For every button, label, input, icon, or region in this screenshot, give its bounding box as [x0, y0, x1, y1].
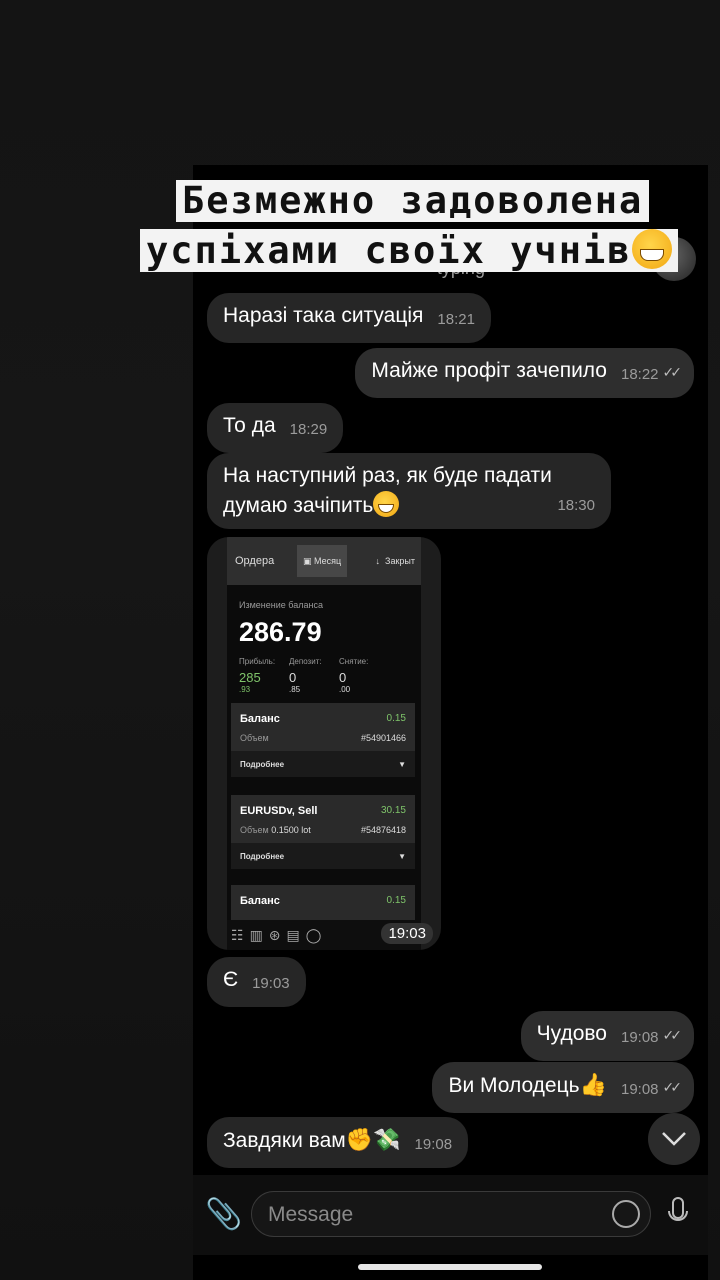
- story-caption-line1: Безмежно задоволена: [176, 180, 650, 222]
- calendar-icon: ▣: [303, 555, 315, 566]
- chevron-down-icon: [662, 1132, 686, 1146]
- tab-orders: Ордера: [235, 555, 275, 567]
- thumbs-up-icon: 👍: [579, 1072, 607, 1097]
- message-time: 19:08: [414, 1136, 453, 1153]
- quotes-icon: ☷: [231, 926, 244, 943]
- message-input-bar: 📎 Message: [193, 1175, 708, 1255]
- withdraw-label: Снятие:: [339, 657, 369, 666]
- microphone-icon[interactable]: [667, 1197, 689, 1231]
- tab-month-label: Месяц: [314, 556, 342, 566]
- user-icon: ◯: [305, 926, 322, 943]
- message-time: 18:30: [557, 497, 595, 514]
- history-icon: ▤: [286, 926, 300, 943]
- message-text: Завдяки вам: [223, 1129, 346, 1152]
- message-bubble[interactable]: Наразі така ситуація 18:21: [207, 293, 491, 343]
- screenshot-tabs: Ордера ▣ Месяц ↓ Закрыт: [227, 537, 421, 585]
- scroll-down-button[interactable]: [648, 1113, 700, 1165]
- message-bubble[interactable]: Є 19:03: [207, 957, 306, 1007]
- read-checkmarks-icon: ✓✓: [662, 1027, 683, 1043]
- card-id: #54901466: [360, 733, 406, 743]
- card-more-row: Подробнее ▼: [231, 843, 415, 869]
- message-bubble[interactable]: Чудово 19:08 ✓✓: [520, 1011, 694, 1061]
- stat-labels: Прибыль: Депозит: Снятие:: [239, 657, 419, 666]
- chart-icon: ▥: [249, 926, 263, 943]
- message-text: думаю зачіпить: [223, 494, 374, 517]
- card-volume-value: 0.1500 lot: [271, 825, 311, 835]
- sticker-icon[interactable]: [612, 1200, 640, 1228]
- attach-icon[interactable]: 📎: [205, 1197, 242, 1232]
- message-text: На наступний раз, як буде падати: [223, 464, 552, 487]
- card-amount: 0.15: [386, 895, 406, 906]
- card-volume-label: Объем: [240, 825, 269, 835]
- image-message[interactable]: Ордера ▣ Месяц ↓ Закрыт Изменение баланс…: [207, 537, 441, 950]
- card-amount: 0.15: [386, 713, 406, 724]
- message-time: 18:22: [620, 366, 659, 383]
- story-caption-text: успіхами своїх учнів: [146, 229, 632, 272]
- message-text: Є: [223, 968, 239, 991]
- message-bubble[interactable]: Завдяки вам✊💸 19:08: [207, 1117, 469, 1168]
- money-with-wings-icon: 💸: [373, 1127, 401, 1152]
- read-checkmarks-icon: ✓✓: [662, 364, 683, 380]
- message-time: 18:29: [289, 421, 328, 438]
- card-title: Баланс: [240, 713, 280, 725]
- caret-down-icon: ▼: [398, 851, 406, 861]
- message-time: 19:08: [620, 1029, 659, 1046]
- stat-values: 285.930.850.00: [239, 670, 419, 700]
- message-text: Ви Молодець: [448, 1074, 580, 1097]
- trade-screenshot: Ордера ▣ Месяц ↓ Закрыт Изменение баланс…: [227, 537, 421, 950]
- profit-label: Прибыль:: [239, 657, 276, 666]
- deposit-label: Депозит:: [289, 657, 322, 666]
- chat-panel: ••• typing Наразі така ситуація18:21 Май…: [193, 165, 708, 1280]
- withdraw-cents: .00: [339, 685, 351, 694]
- read-checkmarks-icon: ✓✓: [662, 1079, 683, 1095]
- deposit-value: 0: [289, 670, 297, 685]
- deposit-cents: .85: [289, 685, 301, 694]
- message-time: 19:03: [252, 975, 290, 992]
- grinning-face-icon: [373, 491, 400, 517]
- card-more-row: Подробнее ▼: [231, 751, 415, 777]
- balance-change-label: Изменение баланса: [239, 600, 323, 610]
- trade-card: EURUSDv, Sell 30.15 Объем 0.1500 lot #5487…: [231, 795, 415, 869]
- grinning-face-icon: [631, 229, 672, 269]
- home-indicator: [358, 1264, 542, 1270]
- message-text: То да: [223, 414, 276, 437]
- raised-fist-icon: ✊: [345, 1127, 374, 1152]
- trade-card: Баланс 0.15 Объем #54901466 Подробнее ▼: [231, 703, 415, 777]
- message-input[interactable]: Message: [251, 1191, 651, 1237]
- card-volume-label: Объем: [240, 733, 269, 743]
- tab-month: ▣ Месяц: [297, 545, 347, 577]
- message-text: Майже профіт зачепило: [371, 359, 607, 382]
- caret-down-icon: ▼: [398, 759, 406, 769]
- message-time: 19:08: [620, 1081, 659, 1098]
- trade-card: Баланс 0.15: [231, 885, 415, 925]
- tab-close: ↓ Закрыт: [376, 556, 422, 566]
- profit-cents: .93: [239, 685, 251, 694]
- message-text: Чудово: [536, 1022, 607, 1045]
- message-bubble[interactable]: На наступний раз, як буде падати думаю з…: [207, 453, 611, 529]
- card-amount: 30.15: [380, 805, 406, 816]
- balance-change-value: 286.79: [239, 617, 322, 647]
- message-bubble[interactable]: То да 18:29: [207, 403, 344, 453]
- message-time: 19:03: [381, 923, 433, 944]
- message-bubble[interactable]: Ви Молодець👍 19:08 ✓✓: [432, 1062, 694, 1113]
- card-id: #54876418: [360, 825, 406, 835]
- message-text: Наразі така ситуація: [223, 304, 424, 327]
- withdraw-value: 0: [339, 670, 347, 685]
- card-title: EURUSDv, Sell: [240, 805, 318, 817]
- card-more-label: Подробнее: [240, 851, 285, 861]
- tab-close-label: Закрыт: [385, 556, 415, 566]
- message-time: 18:21: [437, 311, 475, 328]
- card-more-label: Подробнее: [240, 759, 285, 769]
- arrow-down-icon: ↓: [375, 556, 386, 566]
- trade-icon: ⊛: [268, 926, 281, 943]
- card-title: Баланс: [240, 895, 280, 907]
- message-bubble[interactable]: Майже профіт зачепило 18:22 ✓✓: [355, 348, 694, 398]
- message-input-placeholder: Message: [268, 1203, 354, 1226]
- story-caption-line2: успіхами своїх учнів: [140, 229, 678, 272]
- profit-value: 285: [239, 670, 261, 685]
